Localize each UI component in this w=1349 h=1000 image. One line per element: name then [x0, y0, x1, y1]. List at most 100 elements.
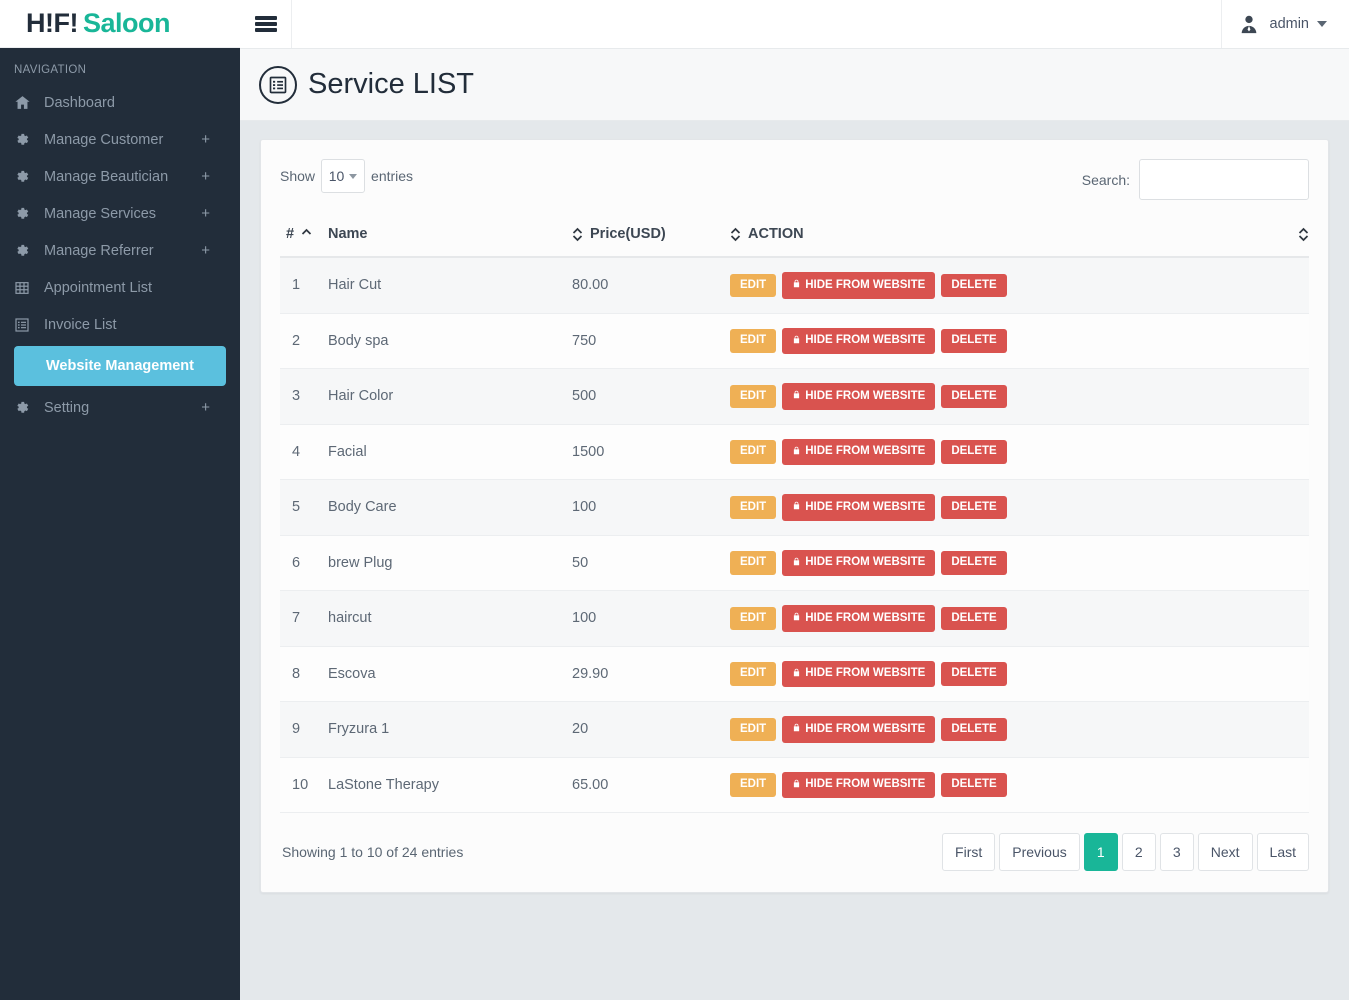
edit-button[interactable]: EDIT — [730, 440, 777, 464]
table-row: 8 Escova 29.90 EDIT HIDE FROM WEBSITE DELETE — [280, 646, 1309, 702]
hamburger-icon[interactable] — [240, 0, 292, 48]
sidebar-item-manage-customer[interactable]: Manage Customer + — [0, 121, 240, 158]
delete-button[interactable]: DELETE — [941, 329, 1007, 353]
gear-icon — [14, 206, 44, 222]
sidebar-item-manage-referrer[interactable]: Manage Referrer + — [0, 232, 240, 269]
cell-num: 9 — [280, 701, 328, 758]
list-alt-circle-icon — [259, 65, 297, 104]
edit-button[interactable]: EDIT — [730, 717, 777, 741]
pagination-next[interactable]: Next — [1197, 833, 1253, 871]
hamburger-bar — [254, 22, 277, 26]
edit-button[interactable]: EDIT — [730, 606, 777, 630]
pagination-3[interactable]: 3 — [1159, 833, 1194, 871]
chevron-down-icon — [349, 173, 358, 179]
hide-from-website-button[interactable]: HIDE FROM WEBSITE — [782, 383, 936, 410]
table-row: 7 haircut 100 EDIT HIDE FROM WEBSITE DELETE — [280, 590, 1309, 647]
edit-button[interactable]: EDIT — [730, 662, 777, 686]
edit-button[interactable]: EDIT — [730, 273, 777, 297]
hide-from-website-button[interactable]: HIDE FROM WEBSITE — [782, 660, 936, 687]
list-alt-icon — [14, 317, 44, 333]
pagination-previous[interactable]: Previous — [999, 833, 1080, 871]
sidebar-item-website-management[interactable]: Website Management — [14, 346, 226, 386]
table-row: 1 Hair Cut 80.00 EDIT HIDE FROM WEBSITE DELET… — [280, 257, 1309, 314]
table-row: 6 brew Plug 50 EDIT HIDE FROM WEBSITE DELETE — [280, 535, 1309, 591]
hide-from-website-button[interactable]: HIDE FROM WEBSITE — [782, 272, 936, 299]
search-input[interactable] — [1139, 159, 1309, 200]
delete-button[interactable]: DELETE — [941, 773, 1007, 797]
username-label: admin — [1269, 16, 1310, 32]
table-row: 4 Facial 1500 EDIT HIDE FROM WEBSITE DELETE — [280, 424, 1309, 480]
expand-plus-icon[interactable]: + — [201, 399, 210, 416]
cell-num: 2 — [280, 313, 328, 369]
search-label: Search: — [1081, 171, 1130, 188]
lock-icon — [792, 722, 801, 737]
main-content: Show 10 entries Search: # Name Price(USD… — [240, 121, 1349, 1000]
sidebar-item-manage-services[interactable]: Manage Services + — [0, 195, 240, 232]
column-header-action[interactable]: ACTION — [730, 218, 1309, 258]
cell-price: 1500 — [572, 424, 730, 480]
sidebar-item-appointment-list[interactable]: Appointment List — [0, 269, 240, 306]
expand-plus-icon[interactable]: + — [201, 205, 210, 222]
delete-button[interactable]: DELETE — [941, 717, 1007, 741]
table-row: 9 Fryzura 1 20 EDIT HIDE FROM WEBSITE DELETE — [280, 701, 1309, 758]
expand-plus-icon[interactable]: + — [201, 131, 210, 148]
user-menu[interactable]: admin — [1220, 0, 1349, 48]
hide-from-website-button[interactable]: HIDE FROM WEBSITE — [782, 549, 936, 576]
delete-button[interactable]: DELETE — [941, 606, 1007, 630]
edit-button[interactable]: EDIT — [730, 384, 777, 408]
expand-plus-icon[interactable]: + — [201, 168, 210, 185]
sidebar-item-invoice-list[interactable]: Invoice List — [0, 306, 240, 343]
hide-from-website-button[interactable]: HIDE FROM WEBSITE — [782, 327, 936, 354]
expand-plus-icon[interactable]: + — [201, 242, 210, 259]
sidebar-item-setting[interactable]: Setting + — [0, 389, 240, 426]
delete-button[interactable]: DELETE — [941, 495, 1007, 519]
table-row: 3 Hair Color 500 EDIT HIDE FROM WEBSITE DELET… — [280, 368, 1309, 425]
lock-icon — [792, 556, 801, 571]
hide-from-website-button[interactable]: HIDE FROM WEBSITE — [782, 605, 936, 632]
cell-name: Body Care — [328, 479, 572, 536]
hide-from-website-button[interactable]: HIDE FROM WEBSITE — [782, 771, 936, 798]
cell-actions: EDIT HIDE FROM WEBSITE DELETE — [730, 646, 1309, 702]
pagination-2[interactable]: 2 — [1121, 833, 1156, 871]
edit-button[interactable]: EDIT — [730, 329, 777, 353]
edit-button[interactable]: EDIT — [730, 773, 777, 797]
service-list-panel: Show 10 entries Search: # Name Price(USD… — [260, 139, 1329, 893]
sidebar: H!F! Saloon NAVIGATION Dashboard Manage C… — [0, 0, 240, 1000]
pagination-1[interactable]: 1 — [1083, 833, 1118, 871]
sidebar-item-dashboard[interactable]: Dashboard — [0, 84, 240, 121]
edit-button[interactable]: EDIT — [730, 495, 777, 519]
lock-icon — [792, 334, 801, 349]
cell-actions: EDIT HIDE FROM WEBSITE DELETE — [730, 424, 1309, 480]
edit-button[interactable]: EDIT — [730, 551, 777, 575]
cell-price: 50 — [572, 535, 730, 591]
hide-from-website-button[interactable]: HIDE FROM WEBSITE — [782, 494, 936, 521]
row-actions: EDIT HIDE FROM WEBSITE DELETE — [730, 605, 1309, 632]
cell-price: 500 — [572, 368, 730, 425]
sidebar-item-manage-beautician[interactable]: Manage Beautician + — [0, 158, 240, 195]
entries-label: entries — [371, 168, 414, 184]
delete-button[interactable]: DELETE — [941, 662, 1007, 686]
pagination-last[interactable]: Last — [1256, 833, 1309, 871]
page-length-select[interactable]: 10 — [321, 159, 366, 193]
chevron-down-icon[interactable] — [1317, 21, 1327, 27]
brand-logo[interactable]: H!F! Saloon — [0, 0, 240, 48]
cell-actions: EDIT HIDE FROM WEBSITE DELETE — [730, 313, 1309, 369]
delete-button[interactable]: DELETE — [941, 440, 1007, 464]
page-length-control: Show 10 entries — [280, 159, 413, 193]
table-header: # Name Price(USD) ACTION — [280, 218, 1309, 258]
hide-button-label: HIDE FROM WEBSITE — [805, 500, 926, 513]
delete-button[interactable]: DELETE — [941, 551, 1007, 575]
cell-actions: EDIT HIDE FROM WEBSITE DELETE — [730, 257, 1309, 314]
delete-button[interactable]: DELETE — [941, 273, 1007, 297]
delete-button[interactable]: DELETE — [941, 384, 1007, 408]
hide-from-website-button[interactable]: HIDE FROM WEBSITE — [782, 716, 936, 743]
column-header-num[interactable]: # — [280, 218, 328, 258]
pagination-first[interactable]: First — [942, 833, 996, 871]
cell-name: Hair Cut — [328, 257, 572, 314]
column-header-price[interactable]: Price(USD) — [572, 218, 730, 258]
table-row: 10 LaStone Therapy 65.00 EDIT HIDE FROM WEBS… — [280, 757, 1309, 813]
column-label-action: ACTION — [748, 226, 804, 242]
column-header-name[interactable]: Name — [328, 218, 572, 258]
table-body: 1 Hair Cut 80.00 EDIT HIDE FROM WEBSITE DELET… — [280, 257, 1309, 813]
hide-from-website-button[interactable]: HIDE FROM WEBSITE — [782, 438, 936, 465]
